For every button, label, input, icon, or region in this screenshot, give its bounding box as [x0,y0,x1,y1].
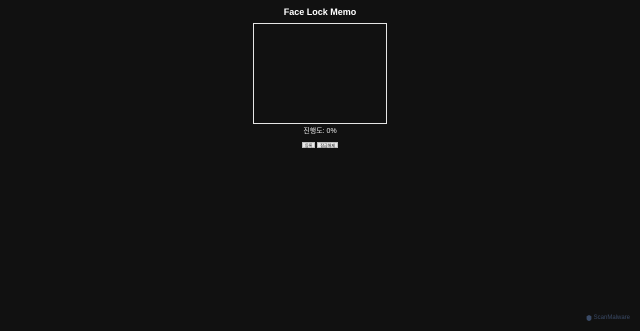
page-title: Face Lock Memo [283,7,357,17]
progress-label: 진행도: [303,128,325,135]
watermark-text: ScanMalware [593,315,630,321]
scanmalware-logo-icon [586,315,592,321]
action-buttons: 등록 잠금해제 [0,142,640,148]
face-lock-page: Face Lock Memo 진행도: 0% 등록 잠금해제 ScanMalwa… [0,0,640,331]
unlock-button[interactable]: 잠금해제 [317,142,339,148]
register-button[interactable]: 등록 [301,142,316,148]
watermark: ScanMalware [586,315,630,321]
progress-status: 진행도: 0% [0,127,640,137]
progress-value: 0% [326,128,337,135]
camera-preview-frame [253,23,387,124]
